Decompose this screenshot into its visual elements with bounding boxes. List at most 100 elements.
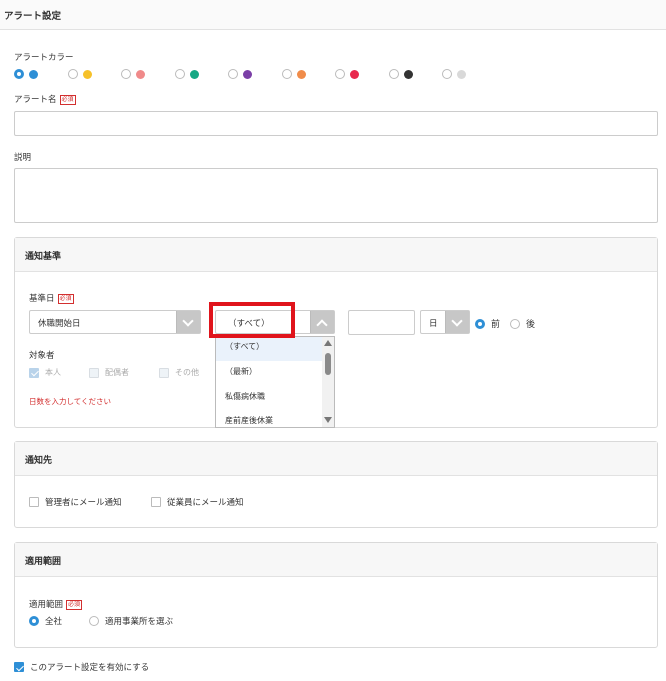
- panel-header: 通知先: [15, 442, 657, 476]
- alert-color-option-orange[interactable]: [281, 68, 306, 80]
- description-label: 説明: [14, 153, 32, 163]
- checkbox-other[interactable]: [159, 367, 169, 378]
- highlight-box: [209, 302, 295, 338]
- alert-color-option-yellow[interactable]: [67, 68, 92, 80]
- alert-color-option-teal[interactable]: [174, 68, 199, 80]
- leave-category-dropdown[interactable]: （すべて） （最新） 私傷病休職 産前産後休業: [215, 336, 335, 428]
- base-date-label-text: 基準日: [29, 294, 55, 304]
- scope-all-option[interactable]: 全社: [29, 615, 62, 627]
- target-self-label: 本人: [45, 368, 61, 377]
- after-option[interactable]: 後: [510, 317, 535, 330]
- error-message: 日数を入力してください: [29, 397, 112, 406]
- panel-title: 適用範囲: [25, 557, 62, 567]
- checkbox-notify-employee[interactable]: [151, 497, 161, 507]
- panel-header: 通知基準: [15, 238, 657, 272]
- alert-color-label: アラートカラー: [14, 53, 74, 63]
- target-spouse-label: 配偶者: [105, 368, 129, 377]
- scope-label: 適用範囲 必須: [29, 598, 83, 610]
- panel-header: 適用範囲: [15, 543, 657, 577]
- days-unit-value: 日: [429, 319, 438, 329]
- chevron-up-icon[interactable]: [310, 311, 334, 333]
- days-input[interactable]: [348, 310, 415, 335]
- description-textarea[interactable]: [14, 168, 658, 223]
- alert-name-label-text: アラート名: [14, 95, 57, 105]
- color-radio[interactable]: [121, 69, 131, 79]
- scope-select-option[interactable]: 適用事業所を選ぶ: [89, 615, 173, 627]
- panel-title: 通知先: [25, 456, 53, 466]
- scope-label-text: 適用範囲: [29, 600, 64, 610]
- scroll-down-icon[interactable]: [324, 417, 332, 423]
- color-swatch-icon: [457, 69, 466, 79]
- target-option-other[interactable]: その他: [159, 367, 199, 378]
- color-radio[interactable]: [14, 69, 24, 79]
- notify-employee-label: 従業員にメール通知: [167, 498, 244, 508]
- alert-name-input[interactable]: [14, 111, 658, 136]
- page-title: アラート設定: [4, 11, 62, 22]
- color-swatch-icon: [29, 69, 38, 79]
- dropdown-scrollbar[interactable]: [322, 337, 334, 427]
- alert-name-label: アラート名 必須: [14, 93, 76, 105]
- before-option[interactable]: 前: [475, 317, 500, 330]
- radio-after[interactable]: [510, 318, 520, 329]
- color-swatch-icon: [136, 69, 145, 79]
- scope-panel: 適用範囲: [14, 542, 658, 648]
- dropdown-option[interactable]: （最新）: [216, 362, 324, 386]
- notification-target-panel: 通知先: [14, 441, 658, 528]
- color-swatch-icon: [82, 69, 92, 79]
- color-swatch-icon: [350, 69, 359, 79]
- before-label: 前: [491, 320, 501, 330]
- days-unit-select[interactable]: 日: [420, 310, 470, 334]
- radio-scope-all[interactable]: [29, 616, 39, 626]
- notify-admin-option[interactable]: 管理者にメール通知: [29, 496, 122, 508]
- required-badge: 必須: [59, 95, 76, 105]
- radio-before[interactable]: [475, 318, 485, 329]
- alert-color-option-light-gray[interactable]: [442, 68, 466, 80]
- alert-color-option-black[interactable]: [388, 68, 413, 80]
- enable-label: このアラート設定を有効にする: [30, 663, 150, 673]
- chevron-down-icon[interactable]: [445, 311, 469, 333]
- color-radio[interactable]: [228, 69, 238, 79]
- scroll-thumb[interactable]: [325, 353, 331, 375]
- color-swatch-icon: [189, 69, 199, 79]
- chevron-down-icon[interactable]: [176, 311, 200, 333]
- scope-select-label: 適用事業所を選ぶ: [105, 617, 174, 627]
- required-badge: 必須: [66, 600, 83, 610]
- base-date-type-select[interactable]: 休職開始日: [29, 310, 201, 334]
- notify-admin-label: 管理者にメール通知: [45, 498, 122, 508]
- radio-scope-select[interactable]: [89, 616, 99, 626]
- alert-color-option-purple[interactable]: [228, 68, 252, 80]
- color-radio[interactable]: [335, 69, 345, 79]
- alert-color-option-red[interactable]: [335, 68, 359, 80]
- color-radio[interactable]: [281, 69, 292, 79]
- page-header: アラート設定: [0, 0, 666, 30]
- target-other-label: その他: [175, 368, 199, 377]
- after-label: 後: [526, 320, 536, 330]
- base-date-type-value: 休職開始日: [38, 319, 81, 329]
- target-option-self[interactable]: 本人: [29, 367, 61, 378]
- required-badge: 必須: [57, 294, 74, 304]
- checkbox-self[interactable]: [29, 367, 39, 378]
- alert-color-option-blue[interactable]: [14, 68, 38, 80]
- color-radio[interactable]: [67, 69, 78, 79]
- base-date-label: 基準日 必須: [29, 292, 74, 304]
- color-swatch-icon: [403, 69, 413, 79]
- checkbox-enable[interactable]: [14, 662, 24, 672]
- dropdown-option[interactable]: （すべて）: [216, 337, 324, 361]
- alert-color-option-pink[interactable]: [121, 68, 145, 80]
- scope-all-label: 全社: [45, 617, 63, 627]
- color-radio[interactable]: [442, 69, 452, 79]
- checkbox-notify-admin[interactable]: [29, 497, 39, 507]
- target-label: 対象者: [29, 351, 55, 361]
- enable-option[interactable]: このアラート設定を有効にする: [14, 661, 149, 673]
- checkbox-spouse[interactable]: [89, 367, 99, 378]
- target-option-spouse[interactable]: 配偶者: [89, 367, 129, 378]
- color-radio[interactable]: [388, 69, 399, 79]
- color-radio[interactable]: [174, 69, 185, 79]
- dropdown-option[interactable]: 私傷病休職: [216, 387, 324, 411]
- notify-employee-option[interactable]: 従業員にメール通知: [151, 496, 244, 508]
- color-swatch-icon: [243, 69, 252, 79]
- color-swatch-icon: [296, 69, 306, 79]
- panel-title: 通知基準: [25, 252, 62, 262]
- scroll-up-icon[interactable]: [324, 340, 332, 346]
- dropdown-option[interactable]: 産前産後休業: [216, 411, 324, 427]
